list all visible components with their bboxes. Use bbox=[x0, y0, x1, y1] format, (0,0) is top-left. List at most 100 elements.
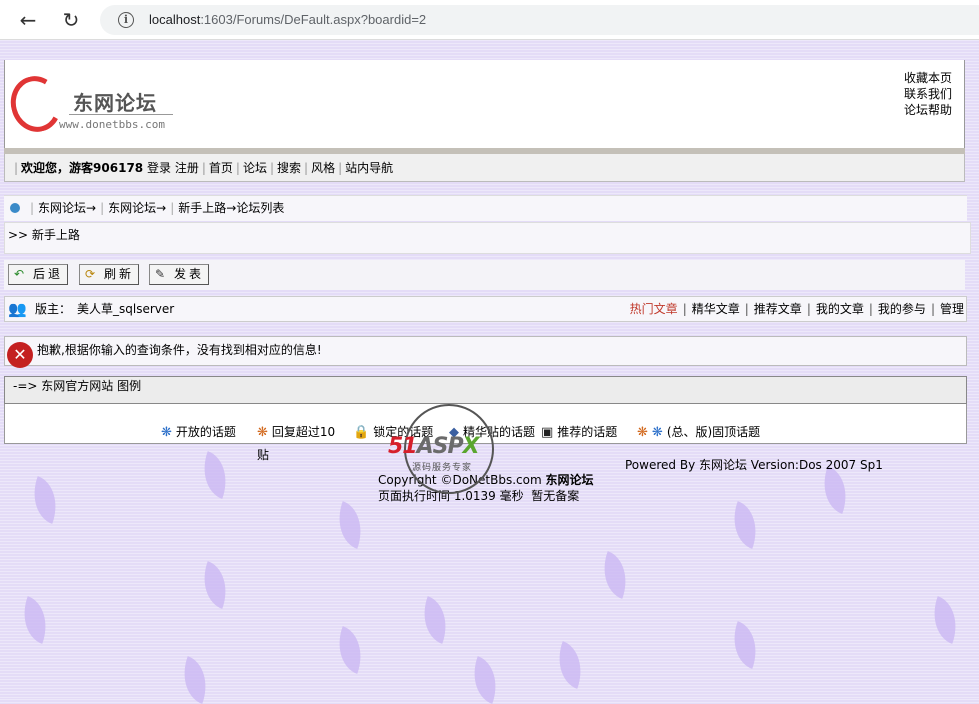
nav-item-search[interactable]: 搜索 bbox=[277, 161, 301, 175]
crumb-separator: | bbox=[30, 201, 35, 215]
leaf-decoration-icon bbox=[464, 656, 506, 704]
logo-divider bbox=[69, 114, 173, 115]
address-bar[interactable]: i localhost:1603/Forums/DeFault.aspx?boa… bbox=[100, 5, 979, 35]
logo-mark-icon bbox=[4, 70, 68, 138]
breadcrumb: | 东网论坛→ | 东网论坛→ | 新手上路→论坛列表 bbox=[4, 195, 967, 221]
powered-by: Powered By 东网论坛 Version:Dos 2007 Sp1 bbox=[625, 458, 883, 472]
leaf-decoration-icon bbox=[24, 476, 66, 524]
help-link[interactable]: 论坛帮助 bbox=[904, 102, 952, 118]
reload-icon[interactable]: ↻ bbox=[58, 7, 84, 33]
moderator-label: 版主： bbox=[35, 302, 72, 316]
copyright-brand[interactable]: 东网论坛 bbox=[545, 473, 593, 487]
moderator-name[interactable]: 美人草_sqlserver bbox=[77, 297, 174, 321]
nav-separator: | bbox=[235, 161, 240, 175]
post-button[interactable]: ✎ 发表 bbox=[149, 264, 210, 285]
breadcrumb-current: 新手上路→论坛列表 bbox=[178, 201, 285, 215]
legend-item-featured: ◆ 精华贴的话题 bbox=[449, 425, 536, 440]
legend-item-recommended: ▣ 推荐的话题 bbox=[541, 425, 618, 440]
back-arrow-icon: ↶ bbox=[13, 267, 28, 281]
crumb-separator: | bbox=[170, 201, 175, 215]
arrow-bullet-icon bbox=[10, 202, 20, 213]
leaf-decoration-icon bbox=[329, 626, 371, 674]
nav-separator: | bbox=[269, 161, 275, 175]
leaf-decoration-icon bbox=[924, 596, 966, 644]
url-text[interactable]: localhost:1603/Forums/DeFault.aspx?board… bbox=[149, 12, 426, 27]
site-header: 东网论坛 www.donetbbs.com 收藏本页 联系我们 论坛帮助 bbox=[4, 60, 965, 150]
nav-separator: | bbox=[338, 161, 343, 175]
info-icon[interactable]: i bbox=[118, 12, 134, 28]
leaf-decoration-icon bbox=[174, 656, 216, 704]
featured-articles-link[interactable]: 精华文章 bbox=[692, 302, 740, 316]
logo-url: www.donetbbs.com bbox=[59, 118, 165, 131]
blue-paw-icon: ❋ bbox=[651, 425, 663, 440]
leaf-decoration-icon bbox=[594, 551, 636, 599]
recommended-articles-link[interactable]: 推荐文章 bbox=[754, 302, 802, 316]
action-toolbar: ↶ 后退 ⟳ 刷新 ✎ 发表 bbox=[4, 260, 965, 290]
nav-item-style[interactable]: 风格 bbox=[311, 161, 335, 175]
orange-paw-icon: ❋ bbox=[637, 425, 648, 440]
leaf-decoration-icon bbox=[724, 501, 766, 549]
crumb-separator: | bbox=[100, 201, 105, 215]
article-links: 热门文章 | 精华文章 | 推荐文章 | 我的文章 | 我的参与 | 管理 bbox=[630, 297, 964, 321]
my-articles-link[interactable]: 我的文章 bbox=[816, 302, 864, 316]
refresh-button[interactable]: ⟳ 刷新 bbox=[79, 264, 140, 285]
leaf-decoration-icon bbox=[549, 641, 591, 689]
back-button[interactable]: ↶ 后退 bbox=[8, 264, 69, 285]
lock-icon: 🔒 bbox=[353, 425, 370, 440]
manage-link[interactable]: 管理 bbox=[940, 302, 964, 316]
register-link[interactable]: 注册 bbox=[175, 161, 199, 175]
error-bar: ✕ 抱歉,根据你输入的查询条件，没有找到相对应的信息! bbox=[4, 336, 967, 368]
legend-box: ❋ 开放的话题 ❋ 回复超过10贴 🔒 锁定的话题 ◆ 精华贴的话题 ▣ 推荐的话题 ❋ ❋… bbox=[4, 404, 967, 462]
contact-link[interactable]: 联系我们 bbox=[904, 86, 952, 102]
moderator-bar: 👥 版主： 美人草_sqlserver 热门文章 | 精华文章 | 推荐文章 | 我的文章 |… bbox=[4, 296, 967, 322]
bookmark-link[interactable]: 收藏本页 bbox=[904, 70, 952, 86]
welcome-text: 欢迎您，游客906178 bbox=[21, 161, 144, 175]
forum-title: >> 新手上路 bbox=[4, 222, 971, 254]
my-participation-link[interactable]: 我的参与 bbox=[878, 302, 926, 316]
browser-toolbar: ← ↻ i localhost:1603/Forums/DeFault.aspx… bbox=[0, 0, 979, 40]
legend-item-open: ❋ 开放的话题 bbox=[161, 425, 236, 440]
nav-item-home[interactable]: 首页 bbox=[209, 161, 233, 175]
leaf-decoration-icon bbox=[194, 561, 236, 609]
pencil-icon: ✎ bbox=[154, 267, 169, 281]
refresh-icon: ⟳ bbox=[84, 267, 99, 281]
nav-separator: | bbox=[304, 161, 309, 175]
nav-separator: | bbox=[201, 161, 206, 175]
legend-item-hot: ❋ 回复超过10贴 bbox=[257, 421, 347, 466]
leaf-decoration-icon bbox=[814, 466, 856, 514]
blue-paw-icon: ❋ bbox=[161, 425, 172, 440]
leaf-decoration-icon bbox=[14, 596, 56, 644]
site-legend-header: -=> 东网官方网站 图例 bbox=[4, 376, 967, 404]
exec-time: 页面执行时间 1.0139 毫秒 bbox=[378, 489, 524, 503]
back-arrow-icon[interactable]: ← bbox=[15, 7, 41, 33]
orange-paw-icon: ❋ bbox=[257, 425, 268, 440]
login-link[interactable]: 登录 bbox=[147, 161, 171, 175]
copyright: Copyright ©DoNetBbs.com 东网论坛 页面执行时间 1.01… bbox=[378, 472, 593, 504]
nav-item-forum[interactable]: 论坛 bbox=[243, 161, 267, 175]
link-separator: | bbox=[682, 302, 687, 316]
breadcrumb-item[interactable]: 东网论坛→ bbox=[108, 201, 166, 215]
gem-icon: ◆ bbox=[449, 425, 459, 440]
link-separator: | bbox=[868, 302, 873, 316]
link-separator: | bbox=[806, 302, 811, 316]
copyright-text: Copyright ©DoNetBbs.com bbox=[378, 473, 542, 487]
logo-title: 东网论坛 bbox=[73, 91, 157, 115]
leaf-decoration-icon bbox=[194, 451, 236, 499]
breadcrumb-item[interactable]: 东网论坛→ bbox=[38, 201, 96, 215]
users-icon: 👥 bbox=[8, 300, 27, 318]
icp-record: 暂无备案 bbox=[531, 489, 580, 503]
legend-item-locked: 🔒 锁定的话题 bbox=[353, 425, 434, 440]
link-separator: | bbox=[744, 302, 749, 316]
nav-separator: | bbox=[14, 161, 19, 175]
error-icon: ✕ bbox=[7, 342, 33, 368]
link-separator: | bbox=[930, 302, 935, 316]
leaf-decoration-icon bbox=[329, 501, 371, 549]
legend-item-sticky: ❋ ❋ (总、版)固顶话题 bbox=[637, 425, 761, 440]
header-links: 收藏本页 联系我们 论坛帮助 bbox=[904, 70, 952, 118]
nav-item-site-nav[interactable]: 站内导航 bbox=[345, 161, 393, 175]
main-nav: | 欢迎您，游客906178 登录 注册 | 首页 | 论坛 | 搜索 | 风格 | 站内导航 bbox=[4, 154, 965, 182]
error-message: 抱歉,根据你输入的查询条件，没有找到相对应的信息! bbox=[37, 343, 322, 357]
leaf-decoration-icon bbox=[414, 596, 456, 644]
hot-articles-link[interactable]: 热门文章 bbox=[630, 302, 678, 316]
leaf-decoration-icon bbox=[724, 621, 766, 669]
